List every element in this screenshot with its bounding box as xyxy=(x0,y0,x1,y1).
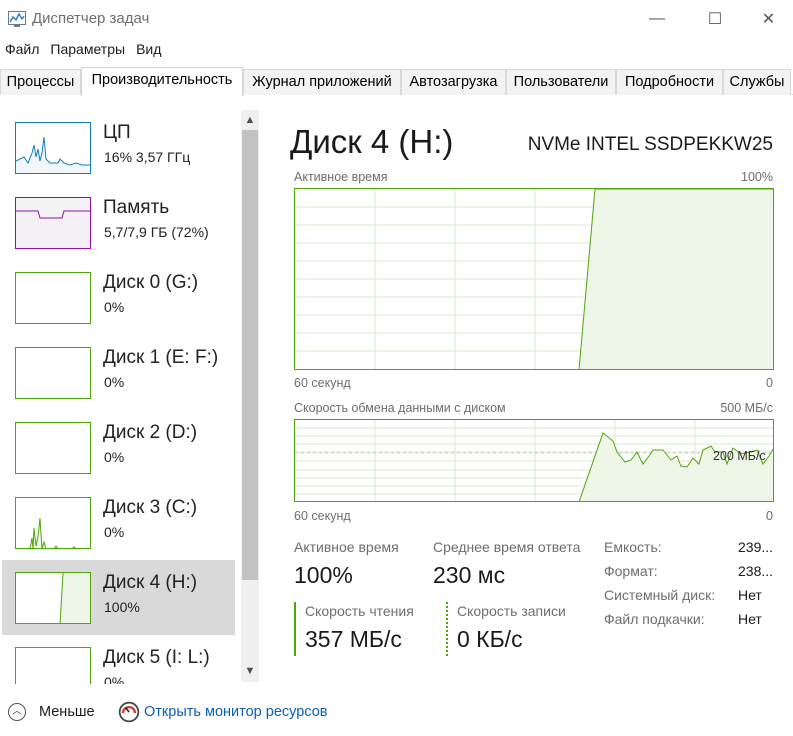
resource-monitor-icon xyxy=(118,701,140,723)
chevron-up-icon[interactable]: ︿ xyxy=(8,703,26,721)
disk-model: NVMe INTEL SSDPEKKW25 xyxy=(527,134,773,155)
write-speed-label: Скорость записи xyxy=(457,603,566,619)
sidebar-item-value: 0% xyxy=(104,299,125,315)
footer-bar: ︿ Меньше Открыть монитор ресурсов xyxy=(0,684,793,736)
sidebar-item-value: 0% xyxy=(104,374,125,390)
transfer-rate-scale-label: 200 МБ/с xyxy=(713,449,766,463)
window-title: Диспетчер задач xyxy=(32,10,150,27)
system-disk-label: Системный диск: xyxy=(604,587,716,603)
sidebar-item-cpu[interactable]: ЦП 16% 3,57 ГГц xyxy=(2,110,235,185)
active-time-graph-time: 60 секунд xyxy=(294,376,351,390)
disk-thumbnail-graph xyxy=(15,572,91,624)
sidebar-item-disk-1[interactable]: Диск 1 (E: F:) 0% xyxy=(2,335,235,410)
tab-bar: Процессы Производительность Журнал прило… xyxy=(0,67,793,96)
sidebar-scrollbar[interactable]: ▲ ▼ xyxy=(241,110,259,682)
maximize-icon: ☐ xyxy=(707,11,723,28)
page-file-label: Файл подкачки: xyxy=(604,611,705,627)
sidebar-item-name: ЦП xyxy=(103,122,131,143)
formatted-value: 238... xyxy=(738,563,774,579)
task-manager-icon xyxy=(8,11,26,27)
scroll-thumb[interactable] xyxy=(242,130,258,580)
read-speed-label: Скорость чтения xyxy=(305,603,414,619)
read-speed-value: 357 МБ/с xyxy=(305,626,402,652)
active-time-graph-zero: 0 xyxy=(766,376,773,390)
menu-file[interactable]: Файл xyxy=(0,38,45,62)
capacity-value: 239... xyxy=(738,539,774,555)
transfer-rate-graph-max: 500 МБ/с xyxy=(720,401,773,415)
minimize-icon: — xyxy=(649,10,665,27)
write-speed-indicator xyxy=(446,602,448,656)
menu-options[interactable]: Параметры xyxy=(45,38,131,62)
transfer-rate-graph-label: Скорость обмена данными с диском xyxy=(294,401,506,415)
sidebar-item-value: 5,7/7,9 ГБ (72%) xyxy=(104,224,209,240)
tab-users[interactable]: Пользователи xyxy=(506,69,616,95)
disk-thumbnail-graph xyxy=(15,647,91,684)
scroll-down-icon[interactable]: ▼ xyxy=(241,662,259,680)
close-button[interactable]: ✕ xyxy=(744,0,793,38)
response-time-value: 230 мс xyxy=(433,562,506,588)
active-time-graph xyxy=(294,188,774,370)
response-time-label: Среднее время ответа xyxy=(433,539,581,555)
active-time-graph-label: Активное время xyxy=(294,170,388,184)
transfer-rate-graph-time: 60 секунд xyxy=(294,509,351,523)
write-speed-value: 0 КБ/с xyxy=(457,626,523,652)
disk-thumbnail-graph xyxy=(15,347,91,399)
sidebar-item-value: 0% xyxy=(104,674,125,684)
sidebar-item-name: Диск 4 (H:) xyxy=(103,572,198,593)
open-resource-monitor-link[interactable]: Открыть монитор ресурсов xyxy=(144,704,327,720)
title-bar: Диспетчер задач — ☐ ✕ xyxy=(0,0,793,38)
sidebar-item-name: Диск 5 (I: L:) xyxy=(103,647,210,668)
active-time-graph-max: 100% xyxy=(741,170,773,184)
tab-performance[interactable]: Производительность xyxy=(81,67,243,96)
sidebar-item-name: Диск 3 (C:) xyxy=(103,497,198,518)
sidebar-item-memory[interactable]: Память 5,7/7,9 ГБ (72%) xyxy=(2,185,235,260)
memory-thumbnail-graph xyxy=(15,197,91,249)
tab-app-history[interactable]: Журнал приложений xyxy=(243,69,401,95)
scroll-up-icon[interactable]: ▲ xyxy=(241,111,259,129)
close-icon: ✕ xyxy=(761,11,776,28)
tab-processes[interactable]: Процессы xyxy=(0,69,81,95)
sidebar-item-disk-3[interactable]: Диск 3 (C:) 0% xyxy=(2,485,235,560)
sidebar-item-disk-4[interactable]: Диск 4 (H:) 100% xyxy=(2,560,235,635)
read-speed-indicator xyxy=(294,602,296,656)
tab-startup[interactable]: Автозагрузка xyxy=(401,69,506,95)
active-time-value: 100% xyxy=(294,562,353,588)
formatted-label: Формат: xyxy=(604,563,658,579)
sidebar-item-name: Диск 2 (D:) xyxy=(103,422,198,443)
sidebar-item-disk-5[interactable]: Диск 5 (I: L:) 0% xyxy=(2,635,235,684)
fewer-details-button[interactable]: Меньше xyxy=(39,704,95,720)
disk-title: Диск 4 (H:) xyxy=(290,123,454,160)
disk-thumbnail-graph xyxy=(15,272,91,324)
tab-details[interactable]: Подробности xyxy=(616,69,723,95)
tab-services[interactable]: Службы xyxy=(723,69,791,95)
disk-thumbnail-graph xyxy=(15,422,91,474)
maximize-button[interactable]: ☐ xyxy=(686,0,744,38)
sidebar-item-value: 0% xyxy=(104,449,125,465)
sidebar-item-name: Память xyxy=(103,197,170,218)
sidebar-item-name: Диск 1 (E: F:) xyxy=(103,347,219,368)
active-time-label: Активное время xyxy=(294,539,399,555)
system-disk-value: Нет xyxy=(738,587,762,603)
sidebar-item-disk-2[interactable]: Диск 2 (D:) 0% xyxy=(2,410,235,485)
sidebar-item-name: Диск 0 (G:) xyxy=(103,272,199,293)
transfer-rate-graph: 200 МБ/с xyxy=(294,419,774,502)
sidebar-item-disk-0[interactable]: Диск 0 (G:) 0% xyxy=(2,260,235,335)
resource-sidebar: ЦП 16% 3,57 ГГц Память 5,7/7,9 ГБ (72%) … xyxy=(0,96,262,684)
capacity-label: Емкость: xyxy=(604,539,662,555)
disk-thumbnail-graph xyxy=(15,497,91,549)
cpu-thumbnail-graph xyxy=(15,122,91,174)
minimize-button[interactable]: — xyxy=(628,0,686,38)
sidebar-item-value: 0% xyxy=(104,524,125,540)
sidebar-item-value: 16% 3,57 ГГц xyxy=(104,149,191,165)
transfer-rate-graph-zero: 0 xyxy=(766,509,773,523)
page-file-value: Нет xyxy=(738,611,762,627)
sidebar-item-value: 100% xyxy=(104,599,140,615)
disk-detail-panel: Диск 4 (H:) NVMe INTEL SSDPEKKW25 Активн… xyxy=(262,96,793,684)
menu-view[interactable]: Вид xyxy=(131,38,167,62)
menu-bar: Файл Параметры Вид xyxy=(0,38,167,62)
